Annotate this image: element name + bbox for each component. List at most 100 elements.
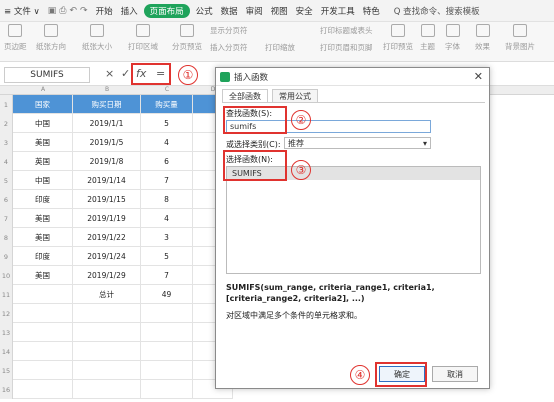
- table-cell[interactable]: 英国: [13, 152, 73, 171]
- tab-insert[interactable]: 插入: [117, 0, 142, 22]
- row-header[interactable]: 11: [0, 285, 13, 304]
- row-header[interactable]: 15: [0, 361, 13, 380]
- row-header[interactable]: 3: [0, 133, 13, 152]
- row-header[interactable]: 12: [0, 304, 13, 323]
- table-cell[interactable]: 49: [141, 285, 193, 304]
- column-c-header[interactable]: C: [141, 86, 193, 95]
- empty-cell[interactable]: [13, 323, 73, 342]
- redo-icon[interactable]: ↷: [80, 6, 88, 16]
- empty-cell[interactable]: [73, 380, 141, 399]
- table-cell[interactable]: 2019/1/29: [73, 266, 141, 285]
- save-icon[interactable]: ▣: [48, 6, 57, 16]
- row-header[interactable]: 4: [0, 152, 13, 171]
- empty-cell[interactable]: [13, 380, 73, 399]
- tab-review[interactable]: 审阅: [242, 0, 267, 22]
- empty-cell[interactable]: [13, 304, 73, 323]
- column-b-header[interactable]: B: [73, 86, 141, 95]
- tab-security[interactable]: 安全: [292, 0, 317, 22]
- row-header[interactable]: 7: [0, 209, 13, 228]
- page-break-preview-button[interactable]: 分页预览: [172, 24, 202, 60]
- background-image-button[interactable]: 背景图片: [505, 24, 535, 60]
- orientation-button[interactable]: 纸张方向: [36, 24, 66, 60]
- empty-cell[interactable]: [141, 380, 193, 399]
- table-header-cell[interactable]: 购买量: [141, 95, 193, 114]
- command-search[interactable]: Q 查找命令、搜索模板: [390, 0, 484, 22]
- tab-data[interactable]: 数据: [217, 0, 242, 22]
- column-a-header[interactable]: A: [13, 86, 73, 95]
- table-cell[interactable]: 4: [141, 133, 193, 152]
- table-cell[interactable]: 美国: [13, 228, 73, 247]
- table-cell[interactable]: 印度: [13, 190, 73, 209]
- table-cell[interactable]: 中国: [13, 114, 73, 133]
- undo-icon[interactable]: ↶: [69, 6, 77, 16]
- table-cell[interactable]: 4: [141, 209, 193, 228]
- table-cell[interactable]: 2019/1/5: [73, 133, 141, 152]
- table-cell[interactable]: 7: [141, 171, 193, 190]
- table-cell[interactable]: 8: [141, 190, 193, 209]
- row-header[interactable]: 14: [0, 342, 13, 361]
- table-cell[interactable]: 中国: [13, 171, 73, 190]
- tab-formulas[interactable]: 公式: [192, 0, 217, 22]
- name-box[interactable]: SUMIFS: [4, 67, 90, 83]
- empty-cell[interactable]: [13, 342, 73, 361]
- paper-size-button[interactable]: 纸张大小: [82, 24, 112, 60]
- close-icon[interactable]: ✕: [474, 70, 483, 83]
- tab-page-layout[interactable]: 页面布局: [143, 3, 190, 18]
- table-cell[interactable]: 3: [141, 228, 193, 247]
- table-cell[interactable]: 美国: [13, 266, 73, 285]
- font-button[interactable]: 字体: [445, 24, 460, 60]
- table-header-cell[interactable]: 国家: [13, 95, 73, 114]
- empty-cell[interactable]: [73, 342, 141, 361]
- table-header-cell[interactable]: 购买日期: [73, 95, 141, 114]
- cancel-button[interactable]: 取消: [432, 366, 478, 382]
- table-cell[interactable]: 总计: [73, 285, 141, 304]
- table-cell[interactable]: 5: [141, 114, 193, 133]
- table-cell[interactable]: 6: [141, 152, 193, 171]
- table-cell[interactable]: 2019/1/24: [73, 247, 141, 266]
- empty-cell[interactable]: [73, 323, 141, 342]
- row-header[interactable]: 13: [0, 323, 13, 342]
- tab-all-functions[interactable]: 全部函数: [222, 89, 268, 102]
- cancel-icon[interactable]: ×: [105, 67, 114, 80]
- confirm-icon[interactable]: ✓: [121, 67, 130, 80]
- table-cell[interactable]: 美国: [13, 133, 73, 152]
- category-select[interactable]: 推荐 ▾: [284, 137, 431, 149]
- empty-cell[interactable]: [73, 361, 141, 380]
- tab-home[interactable]: 开始: [92, 0, 117, 22]
- table-cell[interactable]: 印度: [13, 247, 73, 266]
- row-header[interactable]: 2: [0, 114, 13, 133]
- theme-button[interactable]: 主题: [420, 24, 435, 60]
- tab-special[interactable]: 特色: [359, 0, 384, 22]
- function-list[interactable]: SUMIFS: [226, 166, 481, 274]
- print-preview-button[interactable]: 打印预览: [383, 24, 413, 60]
- tab-developer[interactable]: 开发工具: [317, 0, 359, 22]
- tab-common-formulas[interactable]: 常用公式: [272, 89, 318, 102]
- row-header[interactable]: 16: [0, 380, 13, 399]
- table-cell[interactable]: [13, 285, 73, 304]
- margins-button[interactable]: 页边距: [4, 24, 27, 60]
- table-cell[interactable]: 5: [141, 247, 193, 266]
- table-cell[interactable]: 2019/1/19: [73, 209, 141, 228]
- dialog-titlebar[interactable]: 插入函数 ✕: [216, 68, 489, 86]
- empty-cell[interactable]: [141, 342, 193, 361]
- row-header[interactable]: 5: [0, 171, 13, 190]
- file-menu[interactable]: ≡ 文件 ∨: [0, 0, 44, 22]
- table-cell[interactable]: 2019/1/14: [73, 171, 141, 190]
- row-header[interactable]: 10: [0, 266, 13, 285]
- table-cell[interactable]: 2019/1/1: [73, 114, 141, 133]
- empty-cell[interactable]: [141, 361, 193, 380]
- row-header[interactable]: 9: [0, 247, 13, 266]
- table-cell[interactable]: 7: [141, 266, 193, 285]
- row-header[interactable]: 8: [0, 228, 13, 247]
- table-cell[interactable]: 2019/1/15: [73, 190, 141, 209]
- tab-view[interactable]: 视图: [267, 0, 292, 22]
- empty-cell[interactable]: [13, 361, 73, 380]
- empty-cell[interactable]: [73, 304, 141, 323]
- print-area-button[interactable]: 打印区域: [128, 24, 158, 60]
- table-cell[interactable]: 2019/1/8: [73, 152, 141, 171]
- row-header[interactable]: 6: [0, 190, 13, 209]
- row-header[interactable]: 1: [0, 95, 13, 114]
- table-cell[interactable]: 2019/1/22: [73, 228, 141, 247]
- effects-button[interactable]: 效果: [475, 24, 490, 60]
- empty-cell[interactable]: [141, 323, 193, 342]
